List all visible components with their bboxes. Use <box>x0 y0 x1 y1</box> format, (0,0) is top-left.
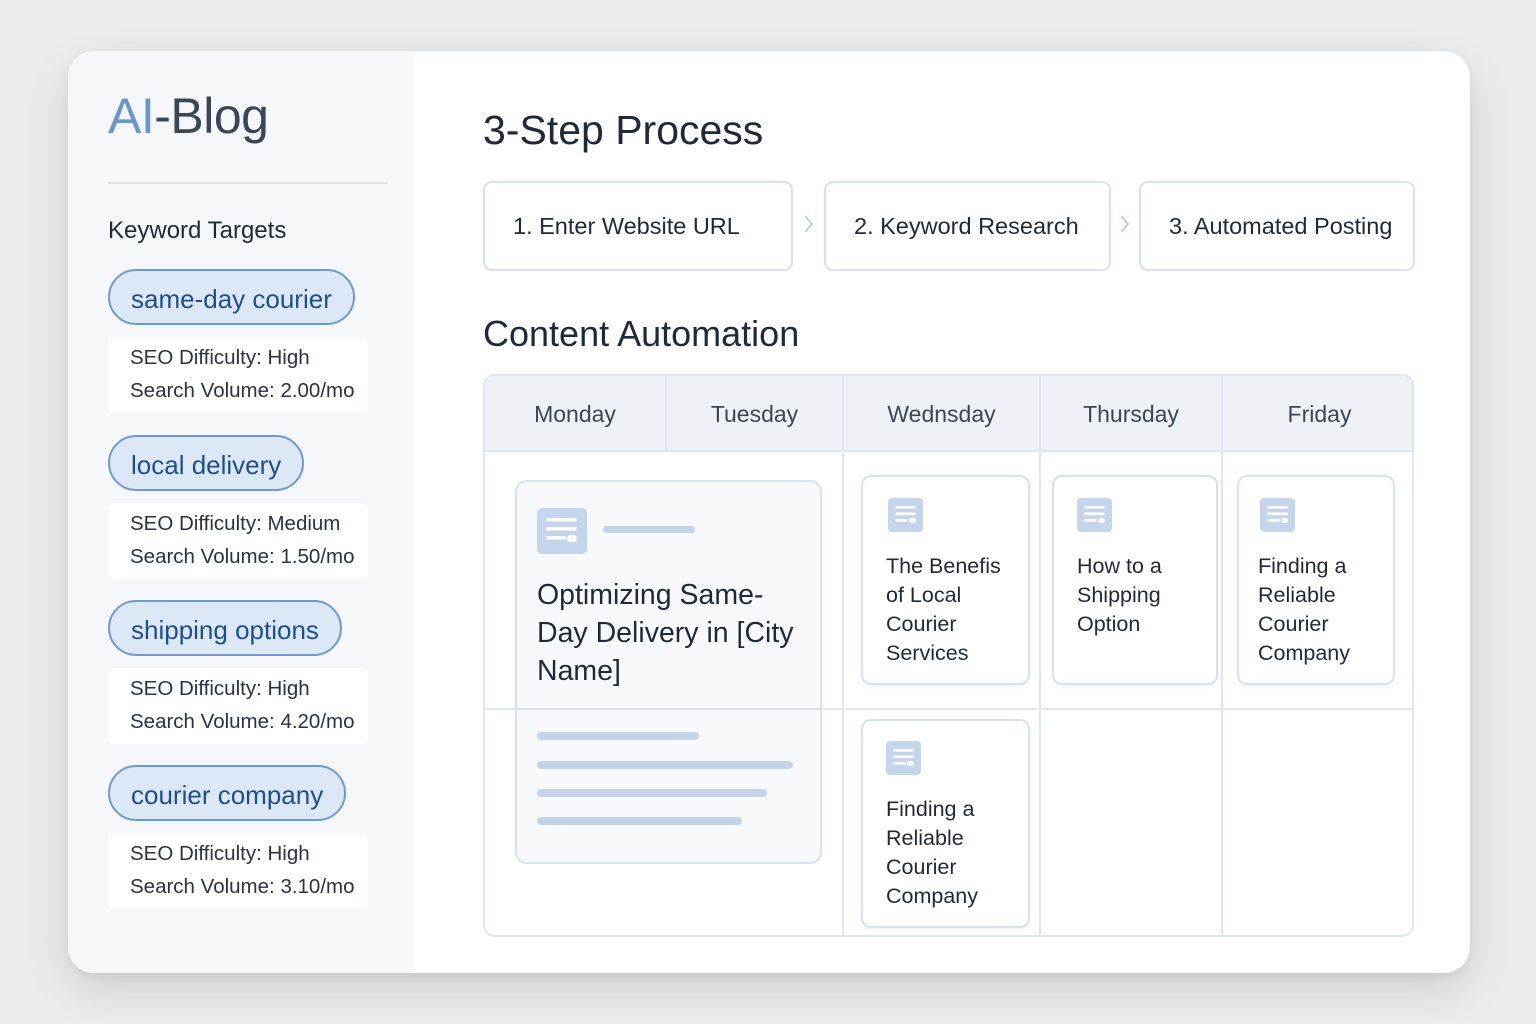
post-title: How to a Shipping Option <box>1077 554 1162 636</box>
logo-suffix: -Blog <box>154 88 269 144</box>
day-header-tuesday: Tuesday <box>710 401 799 427</box>
keyword-targets-heading: Keyword Targets <box>108 217 287 244</box>
keyword-stats: SEO Difficulty: High Search Volume: 3.10… <box>108 833 368 909</box>
keyword-stats: SEO Difficulty: High Search Volume: 4.20… <box>108 668 368 744</box>
search-volume-value: 1.50/mo <box>280 545 355 568</box>
search-volume: Search Volume: 2.00/mo <box>130 374 368 407</box>
search-volume: Search Volume: 3.10/mo <box>130 870 368 903</box>
keyword-chip-courier-company[interactable]: courier company <box>108 765 347 821</box>
post-card[interactable]: Finding a Reliable Courier Company <box>861 719 1030 928</box>
day-header-thursday: Thursday <box>1083 401 1179 427</box>
seo-difficulty: SEO Difficulty: High <box>130 842 310 865</box>
search-volume-label: Search Volume: <box>130 379 275 402</box>
day-header-wednesday: Wednsday <box>887 401 996 427</box>
step-enter-website-url[interactable]: 1. Enter Website URL <box>483 181 793 271</box>
keyword-chip-same-day-courier[interactable]: same-day courier <box>108 269 355 325</box>
content-calendar: Monday Tuesday Wednsday Thursday Friday … <box>483 374 1414 937</box>
keyword-stats: SEO Difficulty: Medium Search Volume: 1.… <box>108 503 368 579</box>
keyword-card: same-day courier SEO Difficulty: High Se… <box>108 269 398 413</box>
grid-line <box>1039 376 1041 935</box>
featured-post-card[interactable]: Optimizing Same-Day Delivery in [City Na… <box>515 480 822 864</box>
seo-difficulty: SEO Difficulty: High <box>130 346 310 369</box>
chevron-right-icon <box>802 213 816 235</box>
search-volume: Search Volume: 4.20/mo <box>130 705 368 738</box>
post-card[interactable]: The Benefis of Local Courier Services <box>861 475 1030 685</box>
post-title: Finding a Reliable Courier Company <box>886 797 979 908</box>
sidebar-divider <box>108 182 387 184</box>
search-volume-label: Search Volume: <box>130 710 275 733</box>
step-keyword-research[interactable]: 2. Keyword Research <box>824 181 1111 271</box>
search-volume-value: 3.10/mo <box>280 875 355 898</box>
title-placeholder-bar <box>603 526 695 533</box>
search-volume-label: Search Volume: <box>130 875 275 898</box>
post-title: Finding a Reliable Courier Company <box>1258 554 1351 665</box>
search-volume: Search Volume: 1.50/mo <box>130 540 368 573</box>
search-volume-value: 4.20/mo <box>280 710 355 733</box>
search-volume-value: 2.00/mo <box>280 379 355 402</box>
document-icon <box>1077 498 1112 532</box>
keyword-chip-local-delivery[interactable]: local delivery <box>108 435 305 491</box>
post-card[interactable]: Finding a Reliable Courier Company <box>1237 475 1395 685</box>
text-placeholder-bar <box>537 761 793 769</box>
search-volume-label: Search Volume: <box>130 545 275 568</box>
day-header-friday: Friday <box>1287 401 1352 427</box>
post-title: The Benefis of Local Courier Services <box>886 554 1001 665</box>
keyword-card: local delivery SEO Difficulty: Medium Se… <box>108 435 398 579</box>
grid-line <box>665 376 667 450</box>
seo-difficulty: SEO Difficulty: High <box>130 677 310 700</box>
app-window: AI -Blog Keyword Targets same-day courier… <box>68 51 1470 973</box>
grid-line <box>842 376 844 935</box>
document-icon <box>537 508 587 554</box>
chevron-right-icon <box>1118 213 1132 235</box>
logo-prefix: AI <box>108 88 155 144</box>
content-automation-title: Content Automation <box>483 313 800 354</box>
text-placeholder-bar <box>537 732 699 740</box>
document-icon <box>1260 498 1295 532</box>
card-divider <box>517 708 820 710</box>
keyword-card: shipping options SEO Difficulty: High Se… <box>108 600 398 744</box>
process-title: 3-Step Process <box>483 107 764 153</box>
text-placeholder-bar <box>537 817 742 825</box>
document-icon <box>886 741 921 775</box>
day-header-monday: Monday <box>534 401 616 427</box>
seo-difficulty: SEO Difficulty: Medium <box>130 512 341 535</box>
sidebar: AI -Blog Keyword Targets same-day courier… <box>68 51 414 973</box>
grid-line <box>1221 376 1223 935</box>
keyword-card: courier company SEO Difficulty: High Sea… <box>108 765 398 909</box>
post-card[interactable]: How to a Shipping Option <box>1052 475 1218 685</box>
text-placeholder-bar <box>537 789 767 797</box>
keyword-chip-shipping-options[interactable]: shipping options <box>108 600 342 656</box>
document-icon <box>888 498 923 532</box>
app-logo[interactable]: AI -Blog <box>108 87 269 145</box>
featured-post-title: Optimizing Same-Day Delivery in [City Na… <box>537 579 794 687</box>
step-automated-posting[interactable]: 3. Automated Posting <box>1139 181 1415 271</box>
keyword-stats: SEO Difficulty: High Search Volume: 2.00… <box>108 337 368 413</box>
